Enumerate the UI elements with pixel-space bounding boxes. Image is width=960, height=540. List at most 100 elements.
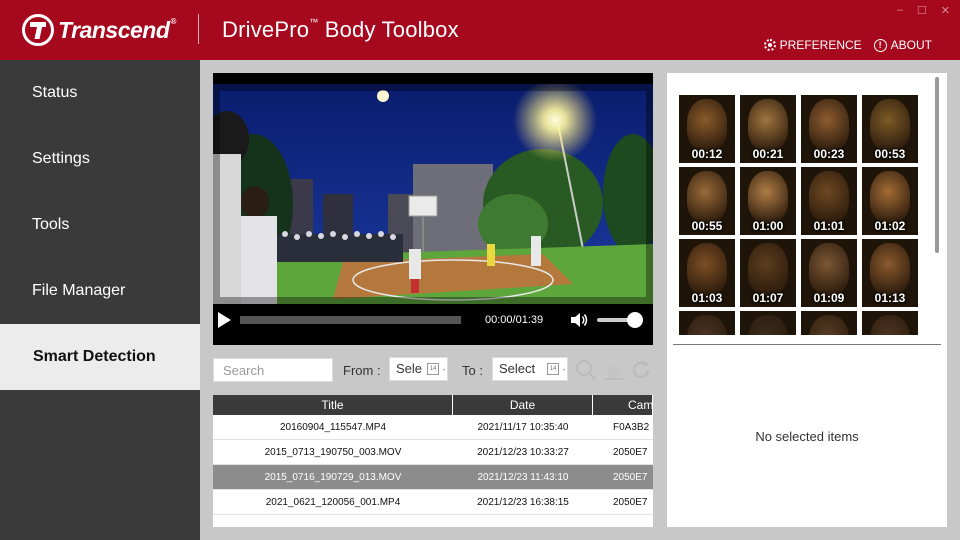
refresh-icon[interactable]: [630, 359, 652, 381]
face-thumbnail[interactable]: 01:01: [801, 167, 857, 235]
panel-divider: [673, 344, 941, 345]
column-header-date[interactable]: Date: [453, 395, 593, 415]
sidebar-item-status[interactable]: Status: [0, 60, 200, 126]
table-row[interactable]: 20160904_115547.MP4 2021/11/17 10:35:40 …: [213, 415, 653, 440]
face-timestamp: 00:55: [691, 219, 723, 233]
face-thumbnail[interactable]: 00:55: [679, 167, 735, 235]
volume-icon[interactable]: [569, 310, 589, 330]
face-image: [687, 243, 727, 295]
face-timestamp: 01:13: [874, 291, 906, 305]
header-links: PREFERENCE ! ABOUT: [763, 38, 932, 52]
face-image: [748, 171, 788, 223]
face-image: [809, 99, 849, 151]
basketball-court-scene: [213, 84, 653, 304]
sidebar-item-label: Settings: [32, 150, 90, 167]
seek-bar[interactable]: [240, 316, 461, 324]
dropdown-dot-icon: •: [442, 368, 445, 374]
sidebar-item-label: Status: [32, 84, 78, 101]
search-icon[interactable]: [575, 359, 597, 381]
calendar-icon: 14: [547, 363, 559, 375]
face-timestamp: 01:00: [752, 219, 784, 233]
file-table: Title Date Cam 20160904_115547.MP4 2021/…: [213, 395, 653, 527]
face-image: [748, 99, 788, 151]
to-date-select[interactable]: Select 14 •: [492, 357, 568, 381]
face-image: [870, 315, 910, 335]
face-image: [687, 99, 727, 151]
cell-date: 2021/12/23 16:38:15: [477, 496, 569, 508]
face-timestamp: 00:12: [691, 147, 723, 161]
face-thumbnail[interactable]: [862, 311, 918, 335]
face-timestamp: 01:09: [813, 291, 845, 305]
sidebar-item-tools[interactable]: Tools: [0, 192, 200, 258]
dropdown-dot-icon: •: [562, 368, 565, 374]
title-bar: Transcend® DrivePro™ Body Toolbox – ☐ ✕ …: [0, 0, 960, 60]
cell-title: 20160904_115547.MP4: [279, 421, 387, 433]
face-thumbnail[interactable]: 00:53: [862, 95, 918, 163]
from-date-select[interactable]: Sele 14 •: [389, 357, 448, 381]
table-row[interactable]: 2021_0621_120056_001.MP4 2021/12/23 16:3…: [213, 490, 653, 515]
face-thumbnail[interactable]: 01:00: [740, 167, 796, 235]
thumbnail-scrollbar[interactable]: [935, 77, 939, 253]
face-image: [748, 315, 788, 335]
sidebar-item-file-manager[interactable]: File Manager: [0, 258, 200, 324]
empty-selection-message: No selected items: [755, 429, 859, 444]
face-image: [870, 99, 910, 151]
cell-title: 2015_0716_190729_013.MOV: [264, 471, 402, 483]
to-label: To :: [462, 363, 483, 378]
face-detection-panel: 00:12 00:21 00:23 00:53 00:55 01:00 01:01 01:02…: [667, 73, 947, 527]
face-thumbnail[interactable]: 00:21: [740, 95, 796, 163]
face-thumbnail[interactable]: [679, 311, 735, 335]
face-image: [870, 243, 910, 295]
face-timestamp: 00:21: [752, 147, 784, 161]
face-image: [809, 243, 849, 295]
face-thumbnail[interactable]: [801, 311, 857, 335]
face-thumbnail[interactable]: 01:02: [862, 167, 918, 235]
eraser-icon[interactable]: [603, 359, 625, 381]
face-thumbnail[interactable]: [740, 311, 796, 335]
column-header-title[interactable]: Title: [213, 395, 453, 415]
cell-cam: 2050E7: [613, 471, 648, 483]
transcend-logo: Transcend®: [22, 14, 176, 46]
face-thumbnail[interactable]: 01:09: [801, 239, 857, 307]
sidebar-item-label: File Manager: [32, 282, 126, 299]
preference-link[interactable]: PREFERENCE: [763, 38, 862, 52]
preference-label: PREFERENCE: [779, 38, 862, 52]
about-link[interactable]: ! ABOUT: [873, 38, 932, 52]
face-thumbnail[interactable]: 00:23: [801, 95, 857, 163]
table-row-selected[interactable]: 2015_0716_190729_013.MOV 2021/12/23 11:4…: [213, 465, 653, 490]
maximize-button[interactable]: ☐: [917, 4, 927, 17]
table-header: Title Date Cam: [213, 395, 653, 415]
close-button[interactable]: ✕: [941, 4, 950, 17]
sidebar: Status Settings Tools File Manager Smart…: [0, 60, 200, 540]
face-timestamp: 01:03: [691, 291, 723, 305]
face-image: [687, 315, 727, 335]
face-thumbnail[interactable]: 01:07: [740, 239, 796, 307]
from-label: From :: [343, 363, 381, 378]
volume-knob[interactable]: [627, 312, 643, 328]
table-row[interactable]: 2015_0713_190750_003.MOV 2021/12/23 10:3…: [213, 440, 653, 465]
face-timestamp: 00:23: [813, 147, 845, 161]
play-button[interactable]: [218, 312, 231, 328]
app-title: DrivePro™ Body Toolbox: [222, 17, 459, 42]
video-frame[interactable]: [213, 84, 653, 304]
column-header-cam[interactable]: Cam: [593, 395, 653, 415]
sidebar-item-smart-detection[interactable]: Smart Detection: [0, 324, 200, 390]
face-image: [687, 171, 727, 223]
transcend-logo-icon: [22, 14, 54, 46]
minimize-button[interactable]: –: [897, 4, 903, 17]
cell-cam: 2050E7: [613, 446, 648, 458]
cell-date: 2021/12/23 10:33:27: [477, 446, 569, 458]
calendar-icon: 14: [427, 363, 439, 375]
face-thumbnail[interactable]: 01:13: [862, 239, 918, 307]
player-controls: 00:00/01:39: [213, 308, 653, 338]
face-timestamp: 01:02: [874, 219, 906, 233]
face-thumbnail[interactable]: 00:12: [679, 95, 735, 163]
sidebar-item-settings[interactable]: Settings: [0, 126, 200, 192]
search-input[interactable]: [213, 358, 333, 382]
video-player: 00:00/01:39: [213, 73, 653, 345]
cell-date: 2021/12/23 11:43:10: [477, 471, 569, 483]
face-timestamp: 01:07: [752, 291, 784, 305]
face-image: [870, 171, 910, 223]
to-date-value: Select: [499, 361, 536, 376]
face-thumbnail[interactable]: 01:03: [679, 239, 735, 307]
